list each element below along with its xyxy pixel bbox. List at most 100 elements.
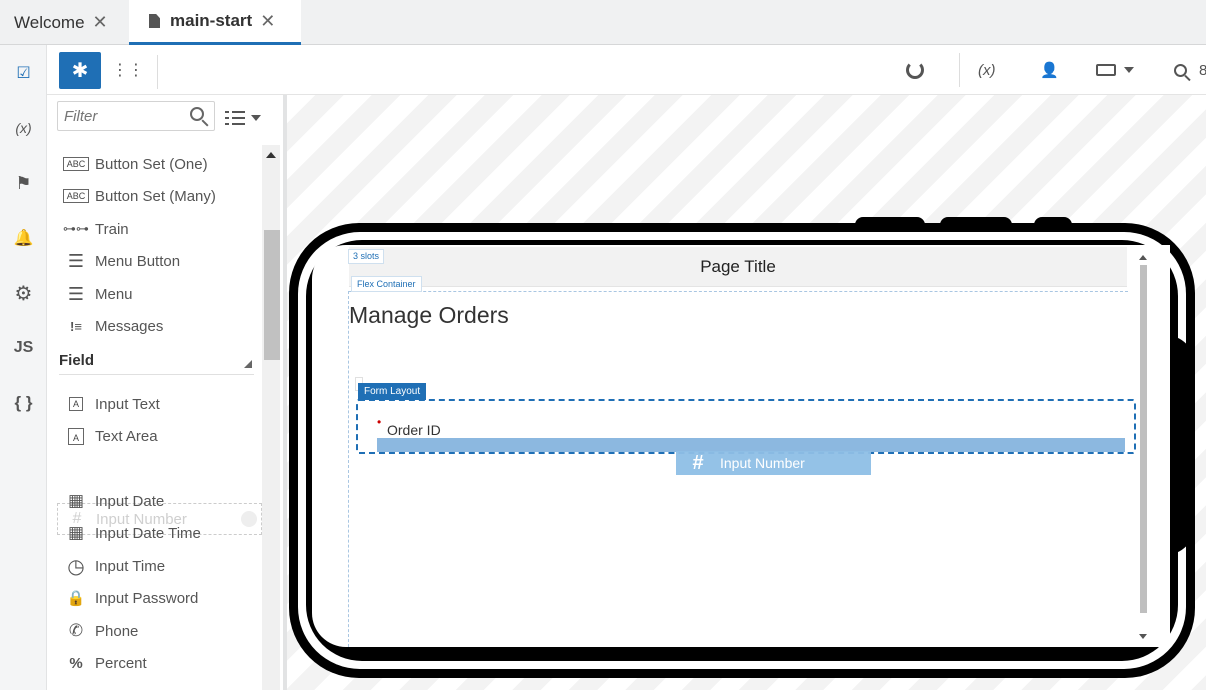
chevron-down-icon [251, 115, 261, 121]
palette-item-text-area[interactable]: A Text Area [57, 420, 262, 452]
palette-item-button-set-many[interactable]: ABC Button Set (Many) [57, 180, 262, 212]
hash-icon: # [692, 451, 704, 474]
scroll-up-icon[interactable] [1139, 255, 1147, 260]
drag-ghost: # Input Number [676, 451, 871, 475]
filter-field[interactable] [57, 101, 215, 131]
train-icon: ⊶⊶ [63, 221, 89, 236]
refresh-button[interactable] [906, 57, 924, 83]
zoom-level: 8 [1199, 61, 1206, 79]
slots-badge[interactable]: 3 slots [348, 249, 385, 264]
tab-main-start-label: main-start [170, 11, 253, 30]
palette-item-messages[interactable]: !≡ Messages [57, 310, 262, 342]
palette-item-label: Input Time [95, 557, 166, 575]
scroll-down-icon[interactable] [1139, 634, 1147, 639]
order-id-label[interactable]: Order ID [387, 422, 441, 438]
device-dropdown[interactable] [1096, 57, 1134, 83]
page-title[interactable]: Page Title [349, 257, 1127, 277]
chevron-down-icon [1124, 67, 1134, 73]
palette-item-label: Menu [95, 285, 133, 303]
palette-item-label: Text Area [95, 427, 158, 445]
file-icon [149, 14, 160, 28]
view-mode-dropdown[interactable] [225, 107, 269, 129]
page-designer-icon[interactable]: ☑ [0, 53, 47, 93]
palette-item-label: Button Set (One) [95, 155, 208, 173]
zoom-control[interactable]: 8 [1174, 57, 1206, 83]
palette-item-percent[interactable]: % Percent [57, 647, 262, 679]
scroll-up-icon[interactable] [266, 152, 276, 158]
palette-item-label: Percent [95, 654, 147, 672]
scroll-thumb[interactable] [264, 230, 280, 360]
components-button[interactable]: ✱ [59, 52, 101, 89]
clock-icon: ◷ [67, 555, 85, 578]
json-icon[interactable]: { } [0, 383, 47, 423]
section-field[interactable]: Field [59, 347, 254, 375]
palette-item-input-password[interactable]: 🔒 Input Password [57, 582, 262, 614]
app-root: Welcome ✕ main-start ✕ ☑ (x) ⚑ 🔔 ⚙ JS { … [0, 0, 1206, 690]
editor-tab-bar: Welcome ✕ main-start ✕ [0, 0, 1206, 45]
tab-main-start[interactable]: main-start ✕ [129, 0, 301, 45]
abc-icon: ABC [57, 189, 95, 203]
flag-icon[interactable]: ⚑ [0, 163, 47, 203]
palette-item-label: Menu Button [95, 252, 181, 270]
component-palette: ✱ ⋮⋮ ABC Button Set (One) ABC Button Set… [47, 45, 285, 690]
designer-toolbar: (x) 👤 8 [285, 45, 1206, 95]
palette-item-label: Button Set (Many) [95, 187, 216, 205]
palette-item-label: Phone [95, 622, 139, 640]
palette-item-input-date-time[interactable]: ▦ Input Date Time [57, 517, 262, 549]
palette-scrollbar[interactable] [262, 145, 280, 690]
variables-icon[interactable]: (x) [978, 57, 996, 83]
close-icon[interactable]: ✕ [93, 12, 108, 33]
refresh-icon [906, 61, 924, 79]
percent-icon: % [69, 654, 83, 672]
lock-icon: 🔒 [66, 590, 86, 607]
palette-item-menu-button[interactable]: ☰ Menu Button [57, 245, 262, 277]
flex-container-badge[interactable]: Flex Container [351, 276, 422, 292]
palette-item-label: Input Password [95, 589, 199, 607]
structure-icon[interactable]: ⋮⋮ [112, 57, 144, 83]
close-icon[interactable]: ✕ [260, 11, 275, 32]
abc-icon: ABC [57, 157, 95, 171]
text-area-icon: A [57, 427, 95, 445]
scroll-thumb[interactable] [1140, 265, 1147, 613]
palette-item-label: Input Date [95, 492, 165, 510]
roles-icon[interactable]: 👤 [1040, 57, 1059, 83]
filter-input[interactable] [64, 106, 179, 126]
palette-item-label: Input Text [95, 395, 160, 413]
device-icon [1096, 64, 1116, 76]
palette-item-phone[interactable]: ✆ Phone [57, 615, 262, 647]
screen-scrollbar[interactable] [1138, 255, 1148, 647]
toolbar-divider [959, 53, 960, 87]
drag-ghost-label: Input Number [720, 455, 805, 471]
search-icon[interactable] [190, 107, 204, 121]
menu-icon: ☰ [67, 283, 85, 304]
bell-icon[interactable]: 🔔 [0, 218, 47, 258]
palette-item-label: Input Date Time [95, 524, 201, 542]
palette-list: ABC Button Set (One) ABC Button Set (Man… [57, 148, 262, 690]
design-canvas[interactable]: Page Title 3 slots Flex Container Manage… [287, 95, 1206, 690]
menu-button-icon: ☰ [67, 250, 85, 271]
calendar-icon: ▦ [67, 491, 85, 510]
page-header[interactable]: Page Title [349, 247, 1127, 287]
palette-item-train[interactable]: ⊶⊶ Train [57, 213, 262, 245]
section-field-label: Field [59, 352, 95, 369]
variables-icon[interactable]: (x) [0, 108, 47, 148]
page-heading[interactable]: Manage Orders [349, 302, 509, 329]
collapse-icon[interactable] [244, 360, 252, 368]
form-layout-badge[interactable]: Form Layout [358, 383, 427, 400]
palette-item-menu[interactable]: ☰ Menu [57, 278, 262, 310]
palette-item-input-time[interactable]: ◷ Input Time [57, 550, 262, 582]
palette-item-label: Messages [95, 317, 164, 335]
required-indicator: • [377, 415, 382, 429]
javascript-icon[interactable]: JS [0, 328, 47, 368]
calendar-clock-icon: ▦ [67, 523, 85, 542]
input-text-icon: A [57, 397, 95, 411]
drop-target-indicator [377, 438, 1125, 452]
phone-icon: ✆ [68, 621, 84, 640]
palette-item-input-text[interactable]: A Input Text [57, 388, 262, 420]
tab-welcome[interactable]: Welcome ✕ [14, 0, 108, 45]
messages-icon: !≡ [70, 318, 82, 334]
palette-item-input-date[interactable]: ▦ Input Date [57, 485, 262, 517]
tab-welcome-label: Welcome [14, 12, 85, 32]
palette-item-button-set-one[interactable]: ABC Button Set (One) [57, 148, 262, 180]
gear-icon[interactable]: ⚙ [0, 273, 47, 313]
